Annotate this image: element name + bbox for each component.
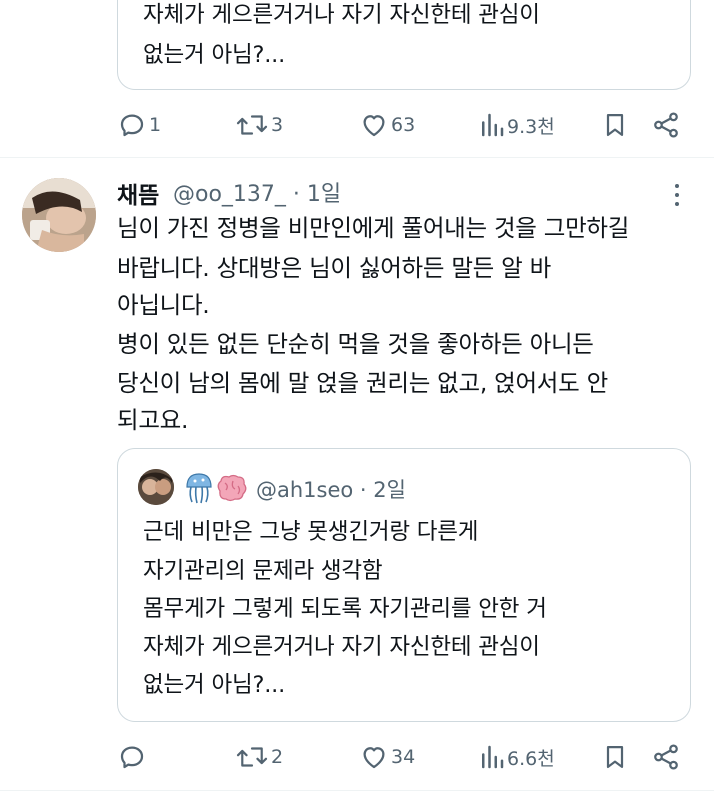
more-options-icon[interactable] — [668, 182, 686, 208]
reply-icon — [117, 742, 147, 772]
retweet-button[interactable]: 3 — [235, 108, 283, 142]
display-name[interactable]: 채뜸 — [117, 176, 159, 210]
bookmark-button[interactable] — [601, 108, 629, 142]
bookmark-icon — [601, 110, 629, 140]
quote-text-line: 근데 비만은 그냥 못생긴거랑 다른게 — [143, 519, 479, 545]
retweet-count: 2 — [271, 746, 284, 768]
tweet-text-line: 아닙니다. — [117, 291, 210, 319]
views-count: 9.3천 — [507, 115, 555, 138]
like-count: 63 — [391, 114, 416, 136]
tweet-text-line: 바랍니다. 상대방은 님이 싫어하든 말든 알 바 — [117, 254, 551, 282]
tweet-text-line: 당신이 남의 몸에 말 얹을 권리는 없고, 얹어서도 안 — [117, 369, 608, 397]
retweet-button[interactable]: 2 — [235, 740, 283, 774]
views-count: 6.6천 — [507, 747, 555, 770]
quote-handle-and-time[interactable]: @ah1seo · 2일 — [256, 474, 406, 504]
views-chart-icon — [479, 110, 505, 140]
bookmark-button[interactable] — [601, 740, 629, 774]
heart-icon — [359, 110, 389, 140]
share-icon — [651, 742, 681, 772]
tweet-divider — [0, 157, 714, 158]
like-count: 34 — [391, 746, 416, 768]
quote-avatar — [138, 469, 174, 505]
retweet-icon — [235, 742, 269, 772]
like-button[interactable]: 34 — [359, 740, 415, 774]
tweet-text-line: 님이 가진 정병을 비만인에게 풀어내는 것을 그만하길 — [117, 214, 630, 242]
quote-text-line: 없는거 아님?... — [143, 42, 286, 68]
brain-emoji-icon — [214, 473, 248, 507]
jellyfish-emoji-icon — [183, 471, 215, 509]
reply-button[interactable]: 1 — [117, 108, 161, 142]
quote-text-line: 자기관리의 문제라 생각함 — [143, 558, 383, 584]
reply-count: 1 — [149, 114, 162, 136]
action-bar: 2 34 6.6천 — [117, 740, 687, 774]
avatar[interactable] — [22, 178, 96, 252]
action-bar-top: 1 3 63 9.3천 — [117, 108, 687, 142]
quote-text-line: 자체가 게으른거거나 자기 자신한테 관심이 — [143, 634, 540, 660]
share-icon — [651, 110, 681, 140]
like-button[interactable]: 63 — [359, 108, 415, 142]
bookmark-icon — [601, 742, 629, 772]
reply-button[interactable] — [117, 740, 149, 774]
share-button[interactable] — [651, 740, 681, 774]
retweet-icon — [235, 110, 269, 140]
tweet-text-line: 병이 있든 없든 단순히 먹을 것을 좋아하든 아니든 — [117, 330, 594, 358]
views-chart-icon — [479, 742, 505, 772]
handle-and-time[interactable]: @oo_137_ · 1일 — [173, 176, 341, 208]
tweet-divider — [0, 790, 714, 791]
heart-icon — [359, 742, 389, 772]
retweet-count: 3 — [271, 114, 284, 136]
quote-text-line: 몸무게가 그렇게 되도록 자기관리를 안한 거 — [143, 596, 547, 622]
views-button[interactable]: 9.3천 — [479, 108, 555, 142]
reply-icon — [117, 110, 147, 140]
views-button[interactable]: 6.6천 — [479, 740, 555, 774]
quote-text-line: 없는거 아님?... — [143, 672, 286, 698]
quote-text-line: 자체가 게으른거거나 자기 자신한테 관심이 — [143, 2, 540, 28]
tweet-text-line: 되고요. — [117, 406, 189, 434]
share-button[interactable] — [651, 108, 681, 142]
